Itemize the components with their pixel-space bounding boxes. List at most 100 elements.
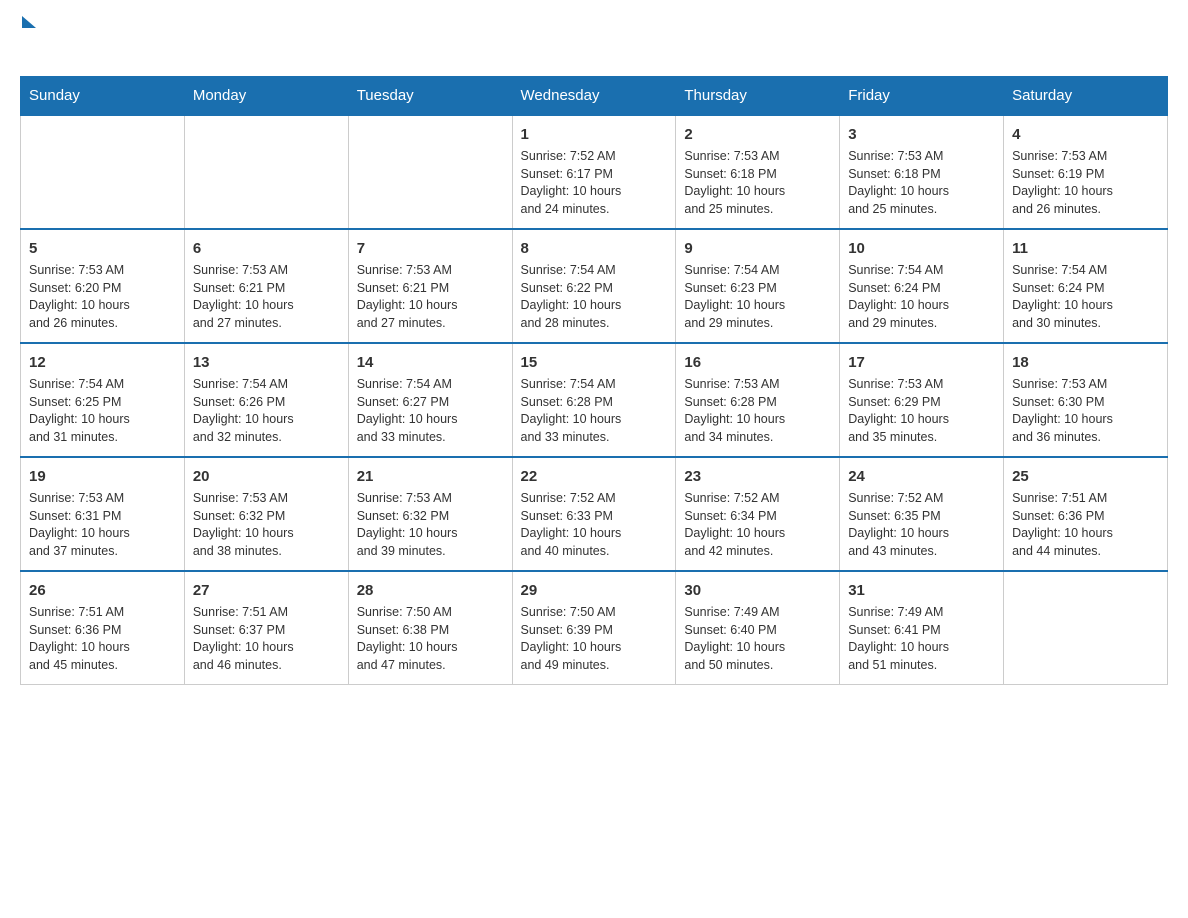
day-info-text: Sunrise: 7:53 AM [684,148,831,166]
day-info-text: Sunrise: 7:54 AM [521,262,668,280]
calendar-day-cell: 12Sunrise: 7:54 AMSunset: 6:25 PMDayligh… [21,343,185,457]
day-number: 3 [848,124,995,145]
calendar-day-cell: 22Sunrise: 7:52 AMSunset: 6:33 PMDayligh… [512,457,676,571]
calendar-day-cell: 14Sunrise: 7:54 AMSunset: 6:27 PMDayligh… [348,343,512,457]
day-info-text: Sunrise: 7:54 AM [684,262,831,280]
day-info-text: and 26 minutes. [29,315,176,333]
day-info-text: and 43 minutes. [848,543,995,561]
day-info-text: and 38 minutes. [193,543,340,561]
day-info-text: Sunset: 6:24 PM [1012,280,1159,298]
day-info-text: Sunrise: 7:49 AM [684,604,831,622]
day-info-text: and 34 minutes. [684,429,831,447]
day-info-text: Sunrise: 7:52 AM [684,490,831,508]
day-number: 26 [29,580,176,601]
day-info-text: Sunset: 6:21 PM [357,280,504,298]
day-info-text: Daylight: 10 hours [521,525,668,543]
day-info-text: and 46 minutes. [193,657,340,675]
day-number: 9 [684,238,831,259]
day-info-text: Sunrise: 7:52 AM [521,490,668,508]
calendar-day-cell: 18Sunrise: 7:53 AMSunset: 6:30 PMDayligh… [1004,343,1168,457]
day-info-text: Sunset: 6:28 PM [684,394,831,412]
day-info-text: Daylight: 10 hours [521,183,668,201]
calendar-day-cell: 11Sunrise: 7:54 AMSunset: 6:24 PMDayligh… [1004,229,1168,343]
day-info-text: Sunset: 6:33 PM [521,508,668,526]
calendar-day-cell: 15Sunrise: 7:54 AMSunset: 6:28 PMDayligh… [512,343,676,457]
day-number: 7 [357,238,504,259]
day-info-text: and 35 minutes. [848,429,995,447]
day-info-text: Sunrise: 7:51 AM [29,604,176,622]
day-info-text: Daylight: 10 hours [684,639,831,657]
calendar-day-cell: 19Sunrise: 7:53 AMSunset: 6:31 PMDayligh… [21,457,185,571]
day-info-text: Sunrise: 7:54 AM [357,376,504,394]
day-number: 27 [193,580,340,601]
day-info-text: Sunset: 6:41 PM [848,622,995,640]
day-info-text: Sunrise: 7:54 AM [1012,262,1159,280]
day-info-text: Sunrise: 7:53 AM [193,490,340,508]
day-info-text: Sunrise: 7:53 AM [193,262,340,280]
calendar-week-row: 26Sunrise: 7:51 AMSunset: 6:36 PMDayligh… [21,571,1168,685]
day-info-text: and 40 minutes. [521,543,668,561]
day-number: 15 [521,352,668,373]
day-info-text: Sunrise: 7:53 AM [848,376,995,394]
day-info-text: Sunset: 6:18 PM [848,166,995,184]
day-number: 12 [29,352,176,373]
calendar-week-row: 1Sunrise: 7:52 AMSunset: 6:17 PMDaylight… [21,115,1168,229]
day-info-text: Sunrise: 7:50 AM [521,604,668,622]
calendar-day-cell: 20Sunrise: 7:53 AMSunset: 6:32 PMDayligh… [184,457,348,571]
day-info-text: and 25 minutes. [684,201,831,219]
calendar-day-cell: 17 Sunrise: 7:53 AMSunset: 6:29 PMDayligh… [840,343,1004,457]
calendar-day-cell: 10Sunrise: 7:54 AMSunset: 6:24 PMDayligh… [840,229,1004,343]
day-info-text: and 45 minutes. [29,657,176,675]
day-info-text: and 26 minutes. [1012,201,1159,219]
calendar-day-cell: 6Sunrise: 7:53 AMSunset: 6:21 PMDaylight… [184,229,348,343]
day-info-text: and 51 minutes. [848,657,995,675]
day-info-text: Sunrise: 7:53 AM [29,490,176,508]
day-info-text: Daylight: 10 hours [193,297,340,315]
day-number: 13 [193,352,340,373]
calendar-week-row: 19Sunrise: 7:53 AMSunset: 6:31 PMDayligh… [21,457,1168,571]
day-info-text: and 36 minutes. [1012,429,1159,447]
day-info-text: Sunset: 6:36 PM [29,622,176,640]
day-info-text: Daylight: 10 hours [848,525,995,543]
day-info-text: Sunset: 6:39 PM [521,622,668,640]
calendar-day-cell [348,115,512,229]
day-info-text: and 25 minutes. [848,201,995,219]
day-info-text: Daylight: 10 hours [521,411,668,429]
calendar-day-cell: 1Sunrise: 7:52 AMSunset: 6:17 PMDaylight… [512,115,676,229]
calendar-day-cell: 16Sunrise: 7:53 AMSunset: 6:28 PMDayligh… [676,343,840,457]
day-info-text: Sunrise: 7:51 AM [193,604,340,622]
day-info-text: Daylight: 10 hours [1012,183,1159,201]
day-info-text: Daylight: 10 hours [29,297,176,315]
day-of-week-header: Saturday [1004,77,1168,116]
day-info-text: and 39 minutes. [357,543,504,561]
day-number: 11 [1012,238,1159,259]
day-info-text: Sunset: 6:22 PM [521,280,668,298]
calendar-table: SundayMondayTuesdayWednesdayThursdayFrid… [20,76,1168,685]
calendar-body: 1Sunrise: 7:52 AMSunset: 6:17 PMDaylight… [21,115,1168,685]
day-number: 23 [684,466,831,487]
day-info-text: Sunset: 6:30 PM [1012,394,1159,412]
days-of-week-row: SundayMondayTuesdayWednesdayThursdayFrid… [21,77,1168,116]
day-info-text: Sunset: 6:40 PM [684,622,831,640]
day-info-text: Sunrise: 7:53 AM [684,376,831,394]
calendar-header: SundayMondayTuesdayWednesdayThursdayFrid… [21,77,1168,116]
day-info-text: Daylight: 10 hours [848,411,995,429]
day-info-text: Sunrise: 7:53 AM [1012,148,1159,166]
day-number: 30 [684,580,831,601]
calendar-day-cell [1004,571,1168,685]
day-info-text: Sunrise: 7:53 AM [357,490,504,508]
day-info-text: Daylight: 10 hours [29,639,176,657]
day-info-text: Sunrise: 7:53 AM [357,262,504,280]
day-info-text: and 27 minutes. [193,315,340,333]
day-number: 19 [29,466,176,487]
calendar-day-cell: 13Sunrise: 7:54 AMSunset: 6:26 PMDayligh… [184,343,348,457]
day-info-text: Daylight: 10 hours [1012,411,1159,429]
day-info-text: Sunset: 6:34 PM [684,508,831,526]
calendar-day-cell: 2Sunrise: 7:53 AMSunset: 6:18 PMDaylight… [676,115,840,229]
day-info-text: Sunset: 6:29 PM [848,394,995,412]
day-info-text: Sunset: 6:17 PM [521,166,668,184]
day-number: 17 [848,352,995,373]
day-number: 10 [848,238,995,259]
day-info-text: and 33 minutes. [357,429,504,447]
day-info-text: Sunset: 6:18 PM [684,166,831,184]
